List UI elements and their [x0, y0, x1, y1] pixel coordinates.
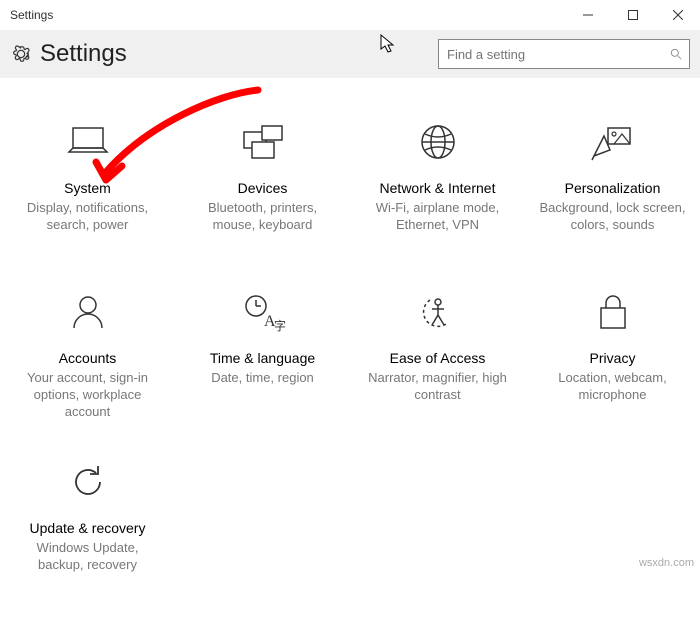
gear-icon	[10, 43, 32, 65]
tile-desc: Windows Update, backup, recovery	[12, 540, 163, 574]
laptop-icon	[63, 118, 113, 166]
window-controls	[565, 0, 700, 30]
tile-title: Privacy	[590, 350, 636, 366]
search-input[interactable]	[439, 47, 663, 62]
tile-ease-of-access[interactable]: Ease of Access Narrator, magnifier, high…	[350, 278, 525, 448]
tile-network[interactable]: Network & Internet Wi-Fi, airplane mode,…	[350, 108, 525, 278]
tile-desc: Your account, sign-in options, workplace…	[12, 370, 163, 421]
watermark: wsxdn.com	[639, 557, 694, 569]
page-title: Settings	[40, 40, 438, 68]
maximize-button[interactable]	[610, 0, 655, 30]
tile-title: Ease of Access	[390, 350, 486, 366]
ease-of-access-icon	[418, 288, 458, 336]
tile-desc: Narrator, magnifier, high contrast	[362, 370, 513, 404]
devices-icon	[240, 118, 286, 166]
tile-desc: Bluetooth, printers, mouse, keyboard	[187, 200, 338, 234]
titlebar: Settings	[0, 0, 700, 30]
tile-desc: Background, lock screen, colors, sounds	[537, 200, 688, 234]
minimize-button[interactable]	[565, 0, 610, 30]
tile-title: Network & Internet	[380, 180, 496, 196]
tile-privacy[interactable]: Privacy Location, webcam, microphone	[525, 278, 700, 448]
tile-desc: Display, notifications, search, power	[12, 200, 163, 234]
tile-title: Accounts	[59, 350, 117, 366]
tile-title: System	[64, 180, 111, 196]
tile-personalization[interactable]: Personalization Background, lock screen,…	[525, 108, 700, 278]
close-button[interactable]	[655, 0, 700, 30]
tile-title: Time & language	[210, 350, 315, 366]
tile-accounts[interactable]: Accounts Your account, sign-in options, …	[0, 278, 175, 448]
close-icon	[673, 10, 683, 20]
minimize-icon	[583, 10, 593, 20]
personalization-icon	[590, 118, 636, 166]
globe-icon	[418, 118, 458, 166]
search-icon	[663, 47, 689, 61]
update-icon	[68, 458, 108, 506]
person-icon	[68, 288, 108, 336]
tile-system[interactable]: System Display, notifications, search, p…	[0, 108, 175, 278]
window-title: Settings	[0, 8, 565, 22]
svg-text:字: 字	[274, 318, 286, 332]
tile-desc: Wi-Fi, airplane mode, Ethernet, VPN	[362, 200, 513, 234]
time-language-icon: A字	[240, 288, 286, 336]
tile-desc: Date, time, region	[211, 370, 314, 387]
tile-devices[interactable]: Devices Bluetooth, printers, mouse, keyb…	[175, 108, 350, 278]
maximize-icon	[628, 10, 638, 20]
lock-icon	[595, 288, 631, 336]
tile-title: Devices	[238, 180, 288, 196]
search-box[interactable]	[438, 39, 690, 69]
tile-title: Personalization	[565, 180, 661, 196]
tile-title: Update & recovery	[30, 520, 146, 536]
tile-update-recovery[interactable]: Update & recovery Windows Update, backup…	[0, 448, 175, 618]
tile-time-language[interactable]: A字 Time & language Date, time, region	[175, 278, 350, 448]
header: Settings	[0, 30, 700, 78]
settings-grid: System Display, notifications, search, p…	[0, 78, 700, 618]
tile-desc: Location, webcam, microphone	[537, 370, 688, 404]
